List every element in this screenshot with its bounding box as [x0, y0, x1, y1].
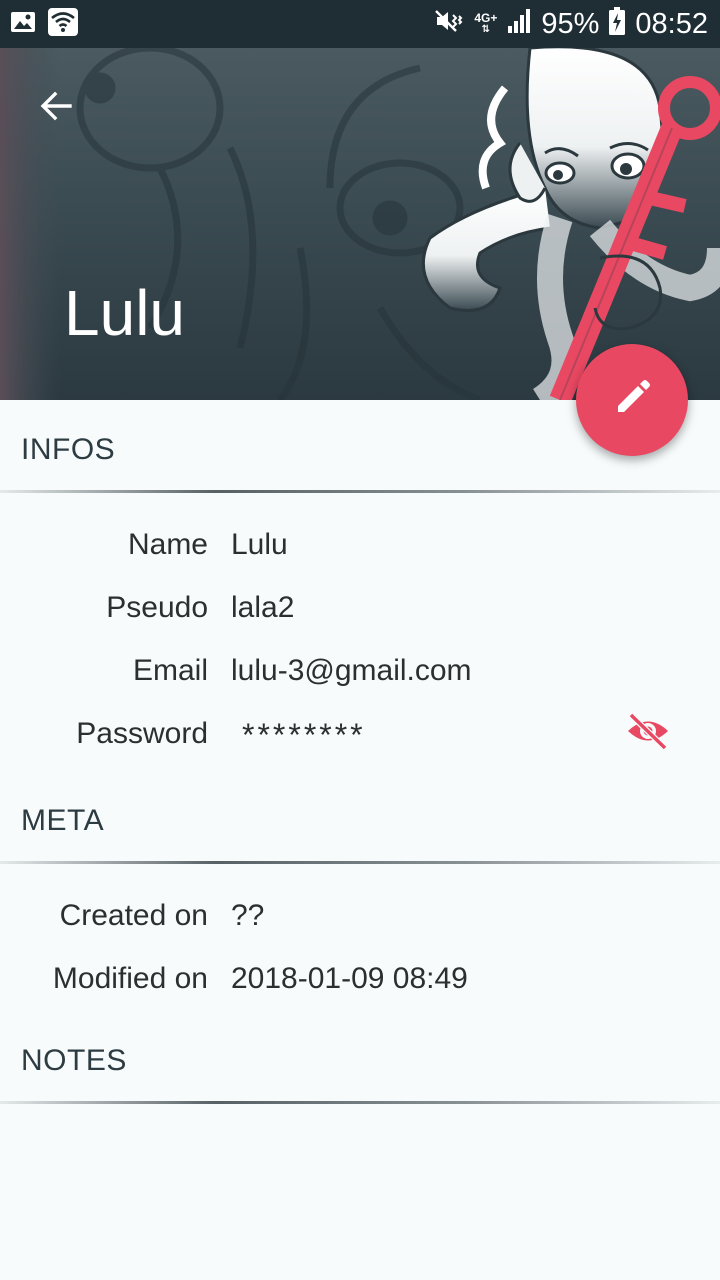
page-title: Lulu [64, 277, 185, 349]
divider [0, 861, 720, 864]
field-value: lulu-3@gmail.com [231, 654, 472, 687]
status-bar: 4G+ ⇅ 95% 08:52 [0, 0, 720, 48]
field-label: Email [132, 654, 208, 687]
meta-row-created: Created on ?? [0, 899, 720, 949]
meta-row-modified: Modified on 2018-01-09 08:49 [0, 962, 720, 1012]
info-row-email: Email lulu-3@gmail.com [0, 654, 720, 704]
field-label: Created on [59, 899, 208, 932]
field-value: ?? [231, 899, 265, 932]
section-title-notes: NOTES [21, 1044, 127, 1077]
arrow-back-icon [38, 88, 74, 129]
divider [0, 1101, 720, 1104]
eye-off-icon [625, 712, 671, 758]
toggle-password-visibility-button[interactable] [622, 712, 674, 758]
clock: 08:52 [635, 7, 708, 40]
section-title-meta: META [21, 804, 105, 837]
wifi-icon [48, 7, 78, 41]
back-button[interactable] [32, 84, 80, 132]
section-title-infos: INFOS [21, 433, 116, 466]
mute-vibrate-icon [434, 7, 464, 42]
info-row-pseudo: Pseudo lala2 [0, 591, 720, 641]
field-value: 2018-01-09 08:49 [231, 962, 468, 995]
network-4g-icon: 4G+ ⇅ [474, 11, 498, 35]
field-label: Pseudo [106, 591, 208, 624]
field-value: Lulu [231, 528, 288, 561]
edit-button[interactable] [576, 344, 688, 456]
image-icon [10, 10, 36, 39]
network-type-label: 4G+ [474, 11, 498, 25]
divider [0, 490, 720, 493]
battery-charging-icon [609, 6, 626, 42]
field-label: Name [127, 528, 208, 561]
signal-icon [507, 8, 531, 41]
pencil-icon [612, 378, 652, 423]
field-value: lala2 [231, 591, 295, 624]
field-label: Password [76, 717, 208, 750]
battery-percent: 95% [541, 7, 600, 40]
info-row-password: Password ******** [0, 712, 720, 767]
password-value: ******** [242, 717, 366, 753]
info-row-name: Name Lulu [0, 528, 720, 578]
field-label: Modified on [52, 962, 208, 995]
